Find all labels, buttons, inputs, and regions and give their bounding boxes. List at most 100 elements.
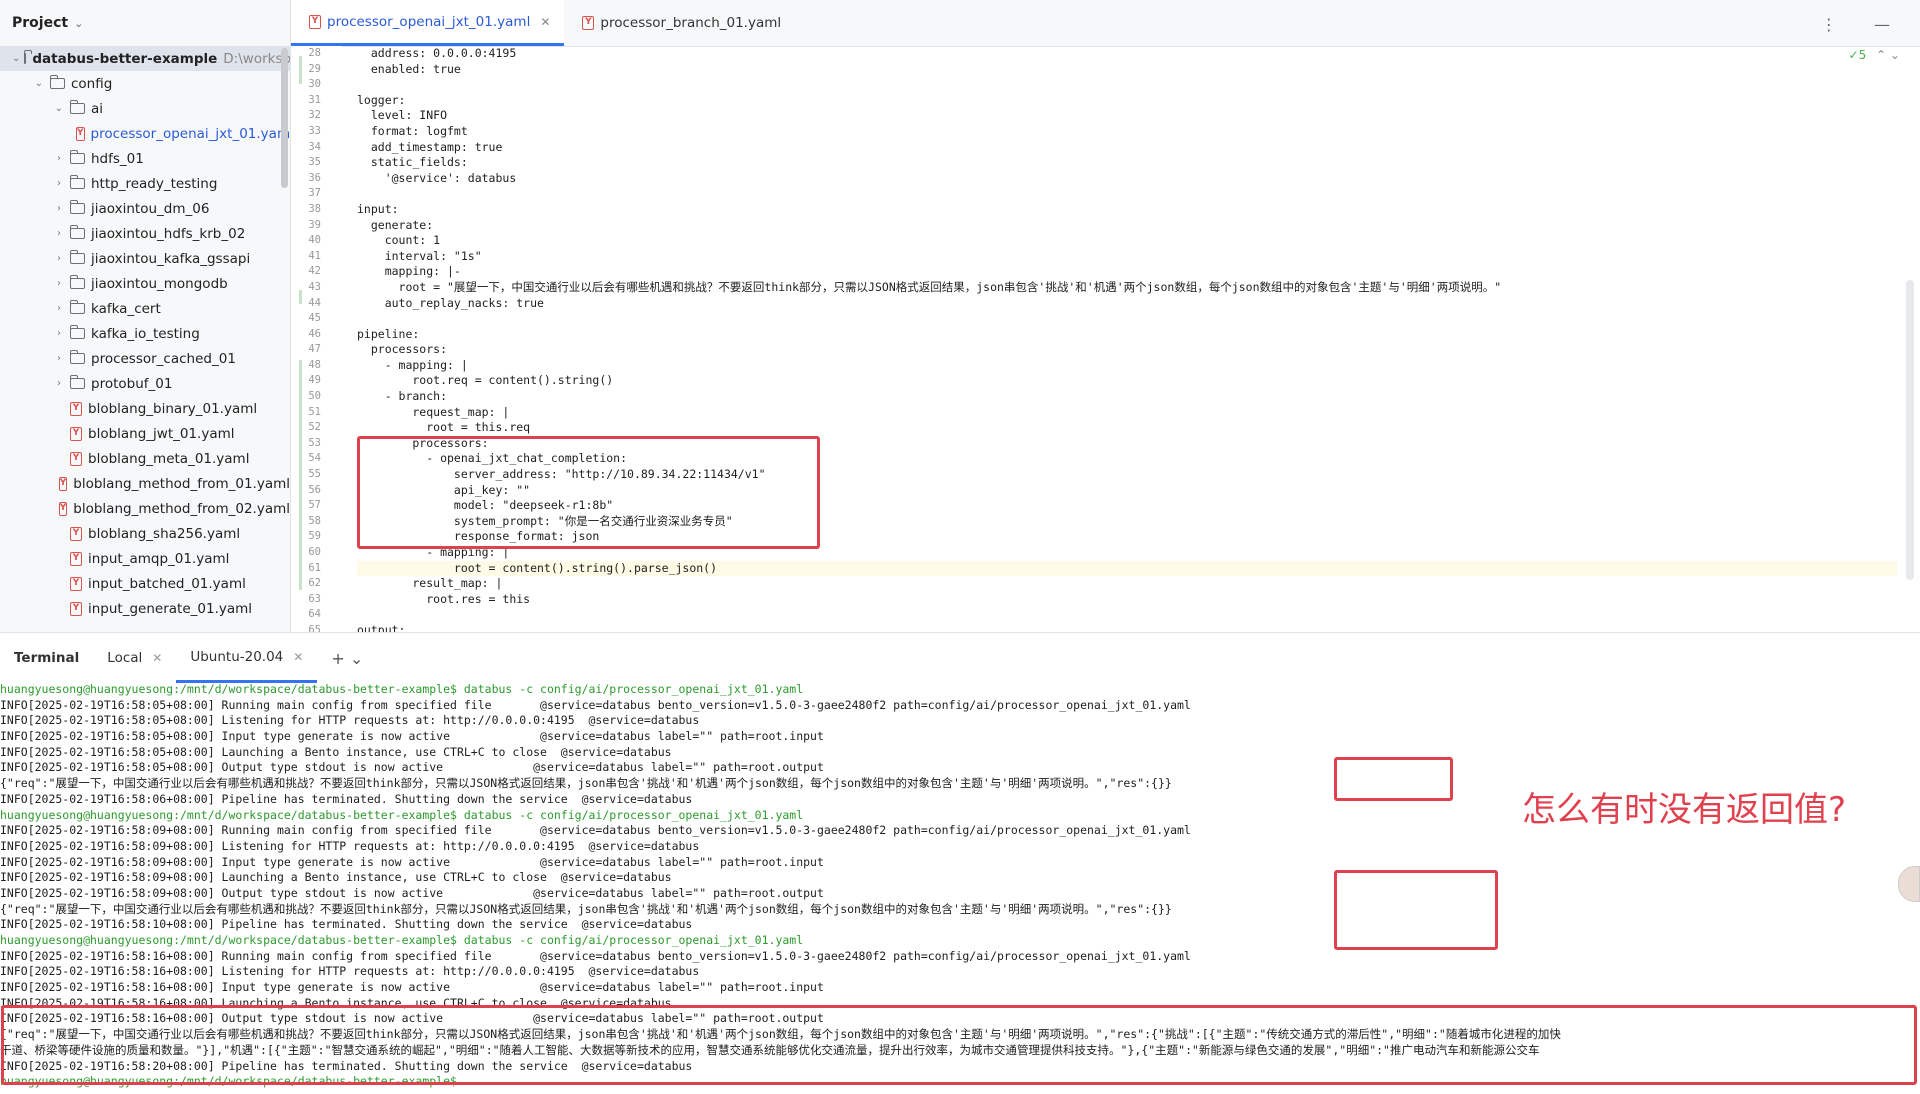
chevron-right-icon[interactable]: › [52, 228, 66, 239]
editor-tab-label: processor_openai_jxt_01.yaml [327, 13, 531, 30]
code-line: root.req = content().string() [357, 373, 614, 388]
terminal-line: INFO[2025-02-19T16:58:09+08:00] Listenin… [0, 838, 700, 853]
annotation-box-full-result [1, 1005, 1917, 1085]
tree-item-file[interactable]: Ybloblang_jwt_01.yaml [0, 421, 290, 446]
tree-item-label: bloblang_meta_01.yaml [88, 450, 250, 467]
chevron-right-icon[interactable]: › [52, 328, 66, 339]
code-line: root = "展望一下，中国交通行业以后会有哪些机遇和挑战？不要返回think… [357, 279, 1502, 294]
tree-item-folder[interactable]: › processor_cached_01 [0, 346, 290, 371]
new-tab-button[interactable]: + ⌄ [317, 633, 377, 683]
tree-item-folder[interactable]: › jiaoxintou_kafka_gssapi [0, 246, 290, 271]
terminal-line: INFO[2025-02-19T16:58:05+08:00] Output t… [0, 760, 824, 775]
yaml-file-icon: Y [309, 14, 321, 29]
code-line: count: 1 [357, 233, 441, 248]
editor-tab[interactable]: Yprocessor_branch_01.yaml [564, 0, 795, 46]
tree-item-folder[interactable]: › protobuf_01 [0, 371, 290, 396]
editor-tab-label: processor_branch_01.yaml [600, 15, 782, 31]
tree-item-folder[interactable]: ⌄ config [0, 71, 290, 96]
folder-icon [70, 275, 85, 289]
terminal-line: INFO[2025-02-19T16:58:16+08:00] Running … [0, 948, 1191, 963]
tree-item-label: jiaoxintou_mongodb [91, 275, 228, 292]
tree-item-file[interactable]: Yinput_batched_01.yaml [0, 571, 290, 596]
tree-item-folder[interactable]: › jiaoxintou_mongodb [0, 271, 290, 296]
yaml-file-icon: Y [58, 476, 68, 491]
line-number: 36 [308, 171, 321, 184]
editor-tab[interactable]: Yprocessor_openai_jxt_01.yaml ✕ [291, 0, 565, 46]
change-marker [299, 360, 302, 590]
yaml-file-icon: Y [70, 526, 82, 541]
editor-scrollbar[interactable] [1906, 280, 1914, 580]
tree-item-folder[interactable]: › http_ready_testing [0, 171, 290, 196]
terminal-header: Terminal Local ✕ Ubuntu-20.04 ✕ + ⌄ [0, 632, 1920, 683]
chevron-right-icon[interactable]: › [52, 353, 66, 364]
line-number: 47 [308, 343, 321, 356]
tree-item-folder[interactable]: ⌄ ai [0, 96, 290, 121]
project-header[interactable]: Project ⌄ [0, 0, 290, 46]
tree-item-file[interactable]: Yprocessor_openai_jxt_01.yaml [0, 121, 290, 146]
tree-item-label: ai [91, 100, 104, 117]
annotation-box-empty-res-1 [1334, 757, 1453, 801]
terminal-prompt-line: huangyuesong@huangyuesong:/mnt/d/workspa… [0, 933, 804, 947]
line-number: 45 [308, 312, 321, 325]
line-number: 32 [308, 109, 321, 122]
terminal-tab[interactable]: Ubuntu-20.04 ✕ [176, 633, 318, 683]
code-line: logger: [357, 92, 406, 107]
terminal-tab[interactable]: Local ✕ [93, 633, 176, 683]
code-line: '@service': databus [357, 170, 517, 185]
chevron-right-icon[interactable]: › [52, 178, 66, 189]
chevron-right-icon[interactable]: › [52, 303, 66, 314]
close-icon[interactable]: ✕ [152, 651, 162, 665]
terminal-actions[interactable]: ⋮ — [1821, 15, 1906, 34]
chevron-right-icon[interactable]: › [52, 378, 66, 389]
line-number: 40 [308, 234, 321, 247]
tree-item-label: http_ready_testing [91, 175, 218, 192]
chevron-right-icon[interactable]: › [52, 153, 66, 164]
terminal-line: {"req":"展望一下，中国交通行业以后会有哪些机遇和挑战？不要返回think… [0, 901, 1172, 916]
chevron-down-icon[interactable]: ⌄ [12, 53, 20, 64]
tree-item-label: bloblang_binary_01.yaml [88, 400, 258, 417]
close-icon[interactable]: ✕ [540, 15, 550, 29]
annotation-note: 怎么有时没有返回值? [1522, 790, 1847, 830]
line-number: 41 [308, 249, 321, 262]
tree-item-file[interactable]: Ybloblang_method_from_01.yaml [0, 471, 290, 496]
tree-item-label: databus-better-example [32, 50, 218, 67]
chevron-down-icon[interactable]: ⌄ [52, 103, 66, 114]
code-line: result_map: | [357, 576, 503, 591]
close-icon[interactable]: ✕ [293, 650, 303, 664]
tree-item-folder[interactable]: › hdfs_01 [0, 146, 290, 171]
tree-item-folder[interactable]: › kafka_io_testing [0, 321, 290, 346]
tree-item-file[interactable]: Ybloblang_meta_01.yaml [0, 446, 290, 471]
chevron-right-icon[interactable]: › [52, 278, 66, 289]
chevron-down-icon[interactable]: ⌄ [74, 17, 83, 30]
code-line: generate: [357, 217, 434, 232]
chevron-right-icon[interactable]: › [52, 203, 66, 214]
chevron-down-icon[interactable]: ⌄ [32, 78, 46, 89]
tree-item-label: kafka_io_testing [91, 325, 200, 342]
tree-item-folder[interactable]: › jiaoxintou_hdfs_krb_02 [0, 221, 290, 246]
annotation-box-processors [357, 436, 820, 549]
tree-item-label: jiaoxintou_hdfs_krb_02 [91, 225, 246, 242]
tree-item-file[interactable]: Yinput_generate_01.yaml [0, 596, 290, 621]
folder-icon [70, 175, 85, 189]
tree-item-file[interactable]: Ybloblang_binary_01.yaml [0, 396, 290, 421]
tree-item-folder[interactable]: ⌄databus-better-exampleD:\workspace [0, 46, 290, 71]
tree-item-label: jiaoxintou_dm_06 [91, 200, 210, 217]
tree-item-label: input_batched_01.yaml [88, 575, 246, 592]
chevron-right-icon[interactable]: › [52, 253, 66, 264]
folder-icon [70, 300, 85, 314]
line-number: 46 [308, 327, 321, 340]
code-line: mapping: |- [357, 264, 461, 279]
project-scrollbar[interactable] [281, 48, 288, 188]
tree-item-file[interactable]: Ybloblang_sha256.yaml [0, 521, 290, 546]
tree-item-file[interactable]: Yinput_amqp_01.yaml [0, 546, 290, 571]
tree-item-folder[interactable]: › kafka_cert [0, 296, 290, 321]
folder-icon [24, 50, 33, 64]
tree-item-file[interactable]: Ybloblang_method_from_02.yaml [0, 496, 290, 521]
line-number: 63 [308, 592, 321, 605]
tree-item-folder[interactable]: › jiaoxintou_dm_06 [0, 196, 290, 221]
tree-item-label: bloblang_method_from_01.yaml [73, 475, 290, 492]
line-number: 38 [308, 202, 321, 215]
